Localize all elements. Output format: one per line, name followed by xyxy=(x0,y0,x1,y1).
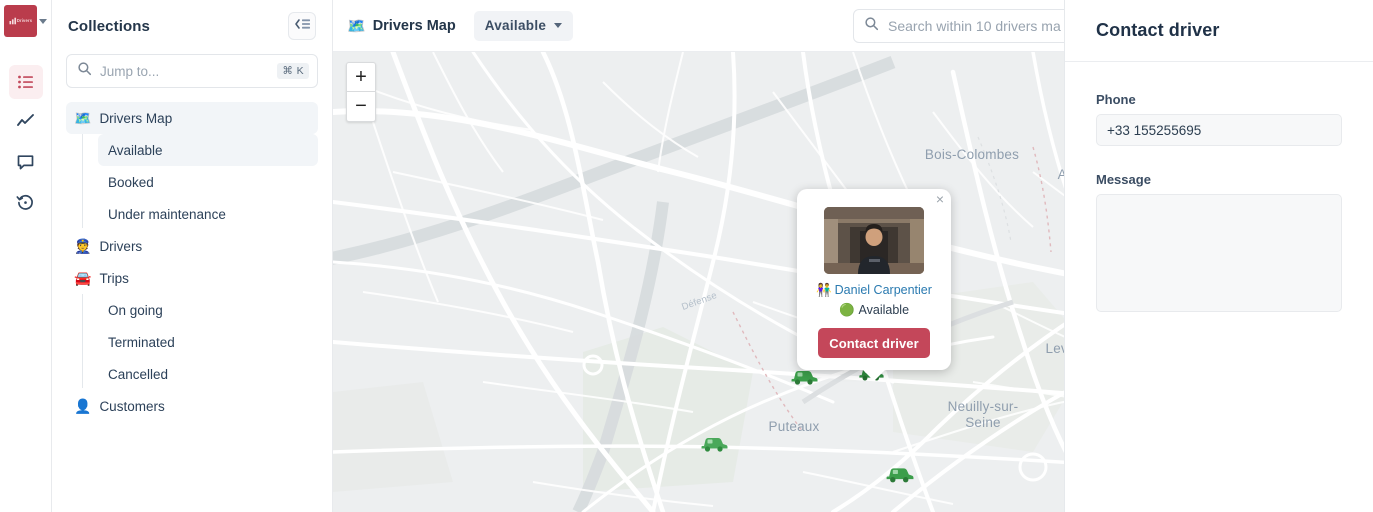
sidebar-item-label: Booked xyxy=(108,174,154,190)
phone-label: Phone xyxy=(1096,92,1136,107)
app-root: Drivers Collections Jump to... ⌘ K 🗺️ Dr… xyxy=(0,0,1373,512)
sidebar-item-cancelled[interactable]: Cancelled xyxy=(98,358,318,390)
jump-to-placeholder: Jump to... xyxy=(100,63,160,79)
sidebar-item-under-maintenance[interactable]: Under maintenance xyxy=(98,198,318,230)
sidebar-item-drivers[interactable]: 👮 Drivers xyxy=(66,230,318,262)
brand-bars-icon xyxy=(9,17,16,25)
search-icon xyxy=(77,61,92,81)
driver-marker-car-icon[interactable] xyxy=(699,433,729,458)
filter-dropdown-available[interactable]: Available xyxy=(473,10,574,41)
brand-logo-mark: Drivers xyxy=(9,17,32,25)
sidebar-item-label: Terminated xyxy=(108,334,175,350)
filter-dropdown-label: Available xyxy=(484,18,547,33)
collections-sidebar: Collections Jump to... ⌘ K 🗺️ Drivers Ma… xyxy=(52,0,333,512)
page-title: 🗺️ Drivers Map xyxy=(347,17,456,35)
sidebar-item-customers[interactable]: 👤 Customers xyxy=(66,390,318,422)
rail-item-history[interactable] xyxy=(9,185,43,219)
rail-item-messages[interactable] xyxy=(9,145,43,179)
brand-logo-tile: Drivers xyxy=(4,5,37,37)
sidebar-item-on-going[interactable]: On going xyxy=(98,294,318,326)
sidebar-item-drivers-map[interactable]: 🗺️ Drivers Map xyxy=(66,102,318,134)
rail-item-analytics[interactable] xyxy=(9,105,43,139)
search-placeholder: Search within 10 drivers ma xyxy=(888,18,1061,34)
map-icon: 🗺️ xyxy=(347,17,366,35)
sidebar-item-booked[interactable]: Booked xyxy=(98,166,318,198)
contact-panel-header: Contact driver xyxy=(1065,0,1373,62)
sidebar-item-label: On going xyxy=(108,302,163,318)
driver-marker-car-icon[interactable] xyxy=(884,463,915,489)
contact-driver-button[interactable]: Contact driver xyxy=(818,328,930,358)
brand-logo-text: Drivers xyxy=(16,18,32,24)
driver-photo-image xyxy=(824,207,924,274)
status-badge: Available xyxy=(858,303,910,317)
drivers-map-children: Available Booked Under maintenance xyxy=(82,134,318,230)
field-spacer xyxy=(1096,146,1342,172)
driver-popup: × 👫 Daniel Carpentier 🟢 Available Contac… xyxy=(797,189,951,381)
collections-tree: 🗺️ Drivers Map Available Booked Under ma… xyxy=(66,102,318,422)
sidebar-item-label: Available xyxy=(108,142,163,158)
brand-logo[interactable]: Drivers xyxy=(4,5,47,37)
map-icon: 🗺️ xyxy=(74,110,92,126)
sidebar-item-label: Trips xyxy=(99,270,129,286)
chat-bubble-icon xyxy=(16,153,35,172)
rail-item-collections[interactable] xyxy=(8,65,43,99)
sidebar-item-available[interactable]: Available xyxy=(98,134,318,166)
history-clock-icon xyxy=(16,193,35,212)
list-icon xyxy=(17,73,35,91)
jump-to-shortcut: ⌘ K xyxy=(277,63,309,79)
sidebar-item-label: Customers xyxy=(99,398,165,414)
person-icon: 👤 xyxy=(74,398,92,414)
message-label: Message xyxy=(1096,172,1151,187)
driver-photo xyxy=(824,207,924,274)
driver-name-link[interactable]: 👫 Daniel Carpentier xyxy=(807,283,941,298)
car-icon: 🚘 xyxy=(74,270,92,286)
sidebar-item-label: Cancelled xyxy=(108,366,169,382)
driver-status: 🟢 Available xyxy=(807,303,941,318)
sidebar-item-label: Drivers Map xyxy=(99,110,173,126)
zoom-out-button[interactable]: − xyxy=(347,92,375,121)
driver-name-text: Daniel Carpentier xyxy=(834,283,932,297)
close-icon[interactable]: × xyxy=(936,192,944,206)
couple-icon: 👫 xyxy=(816,283,832,297)
message-field[interactable] xyxy=(1096,194,1342,312)
driver-person-icon: 👮 xyxy=(74,238,92,254)
collapse-sidebar-button[interactable] xyxy=(288,12,316,40)
chevron-down-icon[interactable] xyxy=(39,18,47,24)
sidebar-item-label: Under maintenance xyxy=(108,206,226,222)
sidebar-title: Collections xyxy=(68,17,150,35)
map-zoom-controls[interactable]: + − xyxy=(346,62,376,122)
chart-line-icon xyxy=(16,112,36,132)
icon-rail: Drivers xyxy=(0,0,52,512)
sidebar-header: Collections xyxy=(66,0,318,52)
trips-children: On going Terminated Cancelled xyxy=(82,294,318,390)
sidebar-item-trips[interactable]: 🚘 Trips xyxy=(66,262,318,294)
contact-panel-title: Contact driver xyxy=(1096,20,1220,40)
search-icon xyxy=(864,16,879,36)
zoom-in-button[interactable]: + xyxy=(347,63,375,92)
phone-field[interactable] xyxy=(1096,114,1342,146)
status-dot-icon: 🟢 xyxy=(838,303,855,317)
page-title-text: Drivers Map xyxy=(372,17,456,34)
sidebar-item-terminated[interactable]: Terminated xyxy=(98,326,318,358)
contact-panel-body: Phone Message xyxy=(1065,62,1373,317)
chevron-down-icon xyxy=(554,23,563,28)
collapse-sidebar-icon xyxy=(294,17,311,36)
sidebar-jump-to[interactable]: Jump to... ⌘ K xyxy=(66,54,318,88)
contact-driver-panel: Contact driver Phone Message xyxy=(1064,0,1373,512)
sidebar-item-label: Drivers xyxy=(99,238,143,254)
